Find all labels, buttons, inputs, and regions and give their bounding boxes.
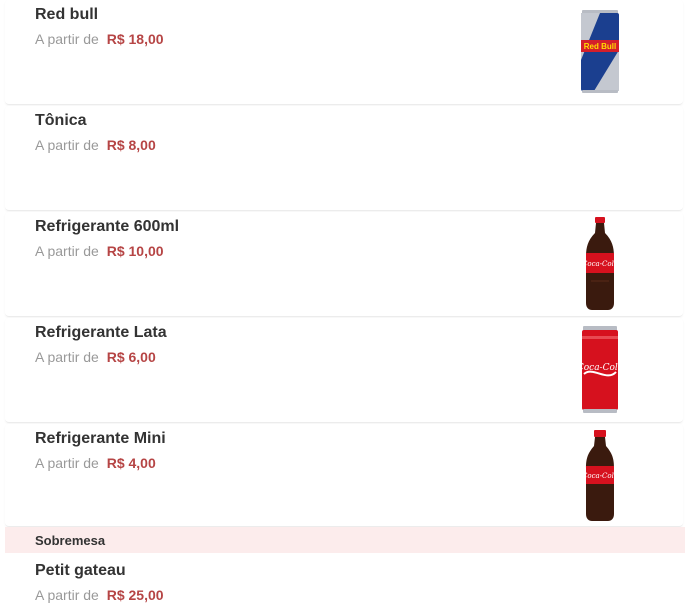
price-prefix: A partir de [35,243,99,259]
menu-item-petit-gateau[interactable]: Petit gateau A partir de R$ 25,00 [5,556,683,612]
svg-text:Red Bull: Red Bull [584,42,616,51]
item-price-row: A partir de R$ 8,00 [35,137,156,153]
item-price-row: A partir de R$ 25,00 [35,587,164,603]
item-name: Refrigerante Lata [35,324,167,341]
menu-item-refrigerante-mini[interactable]: Refrigerante Mini A partir de R$ 4,00 Co… [5,424,683,527]
item-price: R$ 4,00 [106,455,156,471]
item-name: Tônica [35,112,87,129]
coca-cola-can-image: Coca-Cola [552,322,648,418]
price-prefix: A partir de [35,31,99,47]
coca-cola-bottle-image: Coca-Cola [552,216,648,312]
section-header-sobremesa: Sobremesa [5,527,685,553]
section-title: Sobremesa [35,533,106,548]
item-price: R$ 8,00 [106,137,156,153]
svg-text:Coca-Cola: Coca-Cola [583,472,617,480]
item-price-row: A partir de R$ 18,00 [35,31,164,47]
menu-item-refrigerante-lata[interactable]: Refrigerante Lata A partir de R$ 6,00 Co… [5,318,683,423]
red-bull-can-image: Red Bull [552,4,648,100]
item-price: R$ 18,00 [106,31,164,47]
item-name: Refrigerante 600ml [35,218,180,235]
price-prefix: A partir de [35,455,99,471]
item-price: R$ 6,00 [106,349,156,365]
item-price-row: A partir de R$ 10,00 [35,243,164,259]
coca-cola-mini-bottle-image: Coca-Cola [552,428,648,524]
item-price: R$ 25,00 [106,587,164,603]
menu-item-refrigerante-600ml[interactable]: Refrigerante 600ml A partir de R$ 10,00 … [5,212,683,317]
price-prefix: A partir de [35,137,99,153]
price-prefix: A partir de [35,349,99,365]
item-price-row: A partir de R$ 6,00 [35,349,156,365]
svg-text:Coca-Cola: Coca-Cola [581,363,619,373]
item-price: R$ 10,00 [106,243,164,259]
item-name: Red bull [35,6,99,23]
item-name: Petit gateau [35,562,126,579]
svg-text:Coca-Cola: Coca-Cola [583,260,617,268]
item-price-row: A partir de R$ 4,00 [35,455,156,471]
price-prefix: A partir de [35,587,99,603]
item-name: Refrigerante Mini [35,430,166,447]
menu-item-red-bull[interactable]: Red bull A partir de R$ 18,00 Red Bull [5,0,683,105]
menu-item-tonica[interactable]: Tônica A partir de R$ 8,00 [5,106,683,211]
